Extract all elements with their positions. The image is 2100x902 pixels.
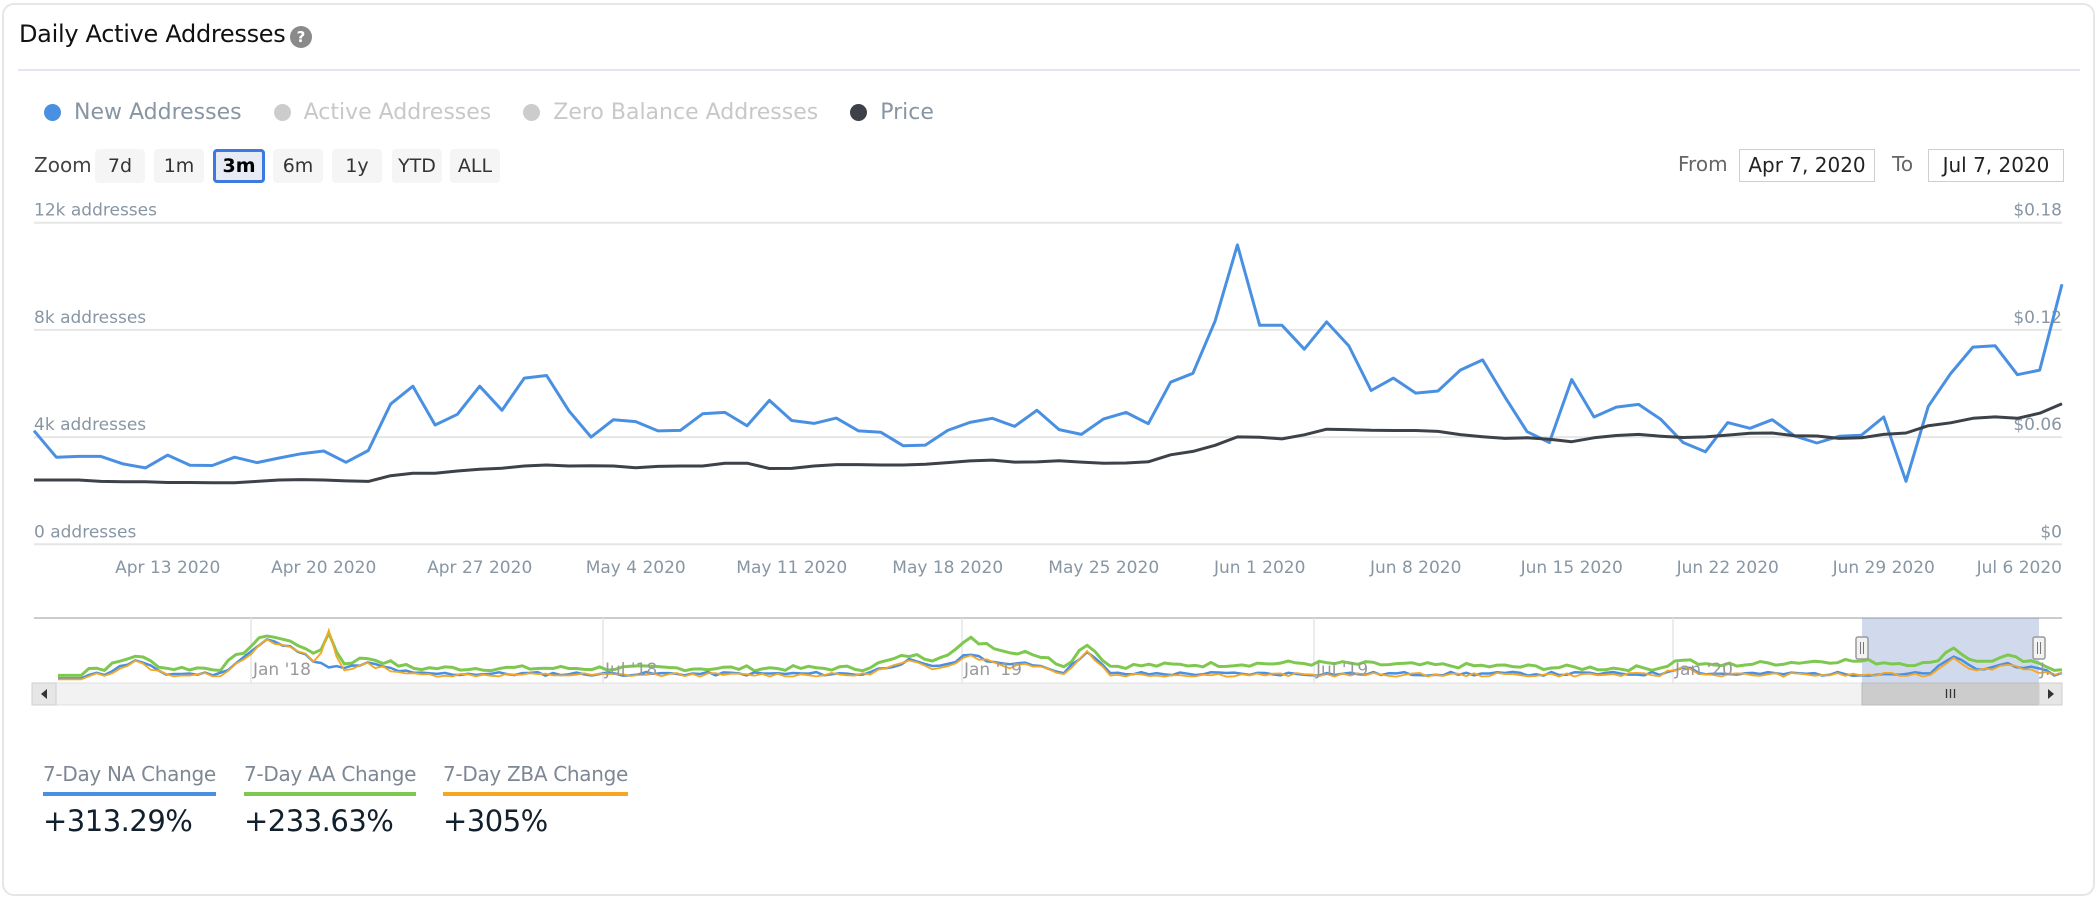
navigator-tick-label: Jan '18 (252, 660, 311, 680)
stat-zba-change: 7-Day ZBA Change +305% (443, 762, 628, 838)
handle-body (1855, 636, 1869, 660)
scroll-right-button[interactable] (2038, 682, 2063, 706)
x-tick-label: May 4 2020 (586, 558, 686, 578)
y-left-tick-label: 4k addresses (34, 415, 146, 435)
navigator-active-line (58, 629, 2063, 677)
navigator-tick-label: Jan '19 (963, 660, 1022, 680)
grid-lines (34, 221, 2062, 546)
navigator-left-handle[interactable] (1855, 636, 1869, 660)
x-tick-label: Jul 6 2020 (1976, 558, 2062, 578)
stat-na-change: 7-Day NA Change +313.29% (43, 762, 216, 838)
navigator-tick-label: J... (2039, 660, 2061, 680)
stat-label: 7-Day ZBA Change (443, 762, 628, 796)
x-tick-label: Apr 13 2020 (115, 558, 220, 578)
navigator-scrollbar[interactable] (31, 682, 2063, 706)
plot-series (32, 243, 2064, 485)
x-tick-label: Jun 15 2020 (1520, 558, 1623, 578)
stat-value: +233.63% (244, 804, 394, 838)
x-tick-label: May 25 2020 (1048, 558, 1159, 578)
x-tick-label: Jun 8 2020 (1369, 558, 1461, 578)
navigator-right-handle[interactable] (2032, 636, 2046, 660)
navigator-tick-label: Jul '18 (604, 660, 657, 680)
stat-aa-change: 7-Day AA Change +233.63% (244, 762, 416, 838)
navigator-tick-label: Jul '19 (1315, 660, 1368, 680)
stat-label: 7-Day NA Change (43, 762, 216, 796)
x-tick-label: Jun 29 2020 (1832, 558, 1935, 578)
navigator[interactable]: Jan '18 Jul '18 Jan '19 Jul '19 Jan '20 J... (31, 617, 2063, 706)
navigator-tick-label: Jan '20 (1674, 660, 1733, 680)
y-left-tick-label: 12k addresses (34, 201, 157, 221)
x-tick-label: May 18 2020 (892, 558, 1003, 578)
scroll-left-button[interactable] (31, 682, 57, 706)
price-line (34, 402, 2063, 485)
handle-body (2032, 636, 2046, 660)
y-left-tick-label: 8k addresses (34, 308, 146, 328)
y-right-tick-label: $0.18 (2013, 201, 2062, 221)
x-tick-label: May 11 2020 (736, 558, 847, 578)
x-axis: Apr 13 2020 Apr 20 2020 Apr 27 2020 May 4 2… (115, 558, 2062, 578)
new-addresses-line (32, 243, 2064, 483)
y-axis-left: 0 addresses 4k addresses 8k addresses 12k a… (34, 201, 157, 543)
x-tick-label: Apr 20 2020 (271, 558, 376, 578)
y-right-tick-label: $0 (2040, 522, 2062, 542)
x-tick-label: Jun 22 2020 (1676, 558, 1779, 578)
x-tick-label: Apr 27 2020 (427, 558, 532, 578)
stat-label: 7-Day AA Change (244, 762, 416, 796)
y-left-tick-label: 0 addresses (34, 522, 136, 542)
x-tick-label: Jun 1 2020 (1213, 558, 1305, 578)
scrollbar-track (31, 682, 2063, 706)
stat-value: +305% (443, 804, 548, 838)
stat-value: +313.29% (43, 804, 193, 838)
